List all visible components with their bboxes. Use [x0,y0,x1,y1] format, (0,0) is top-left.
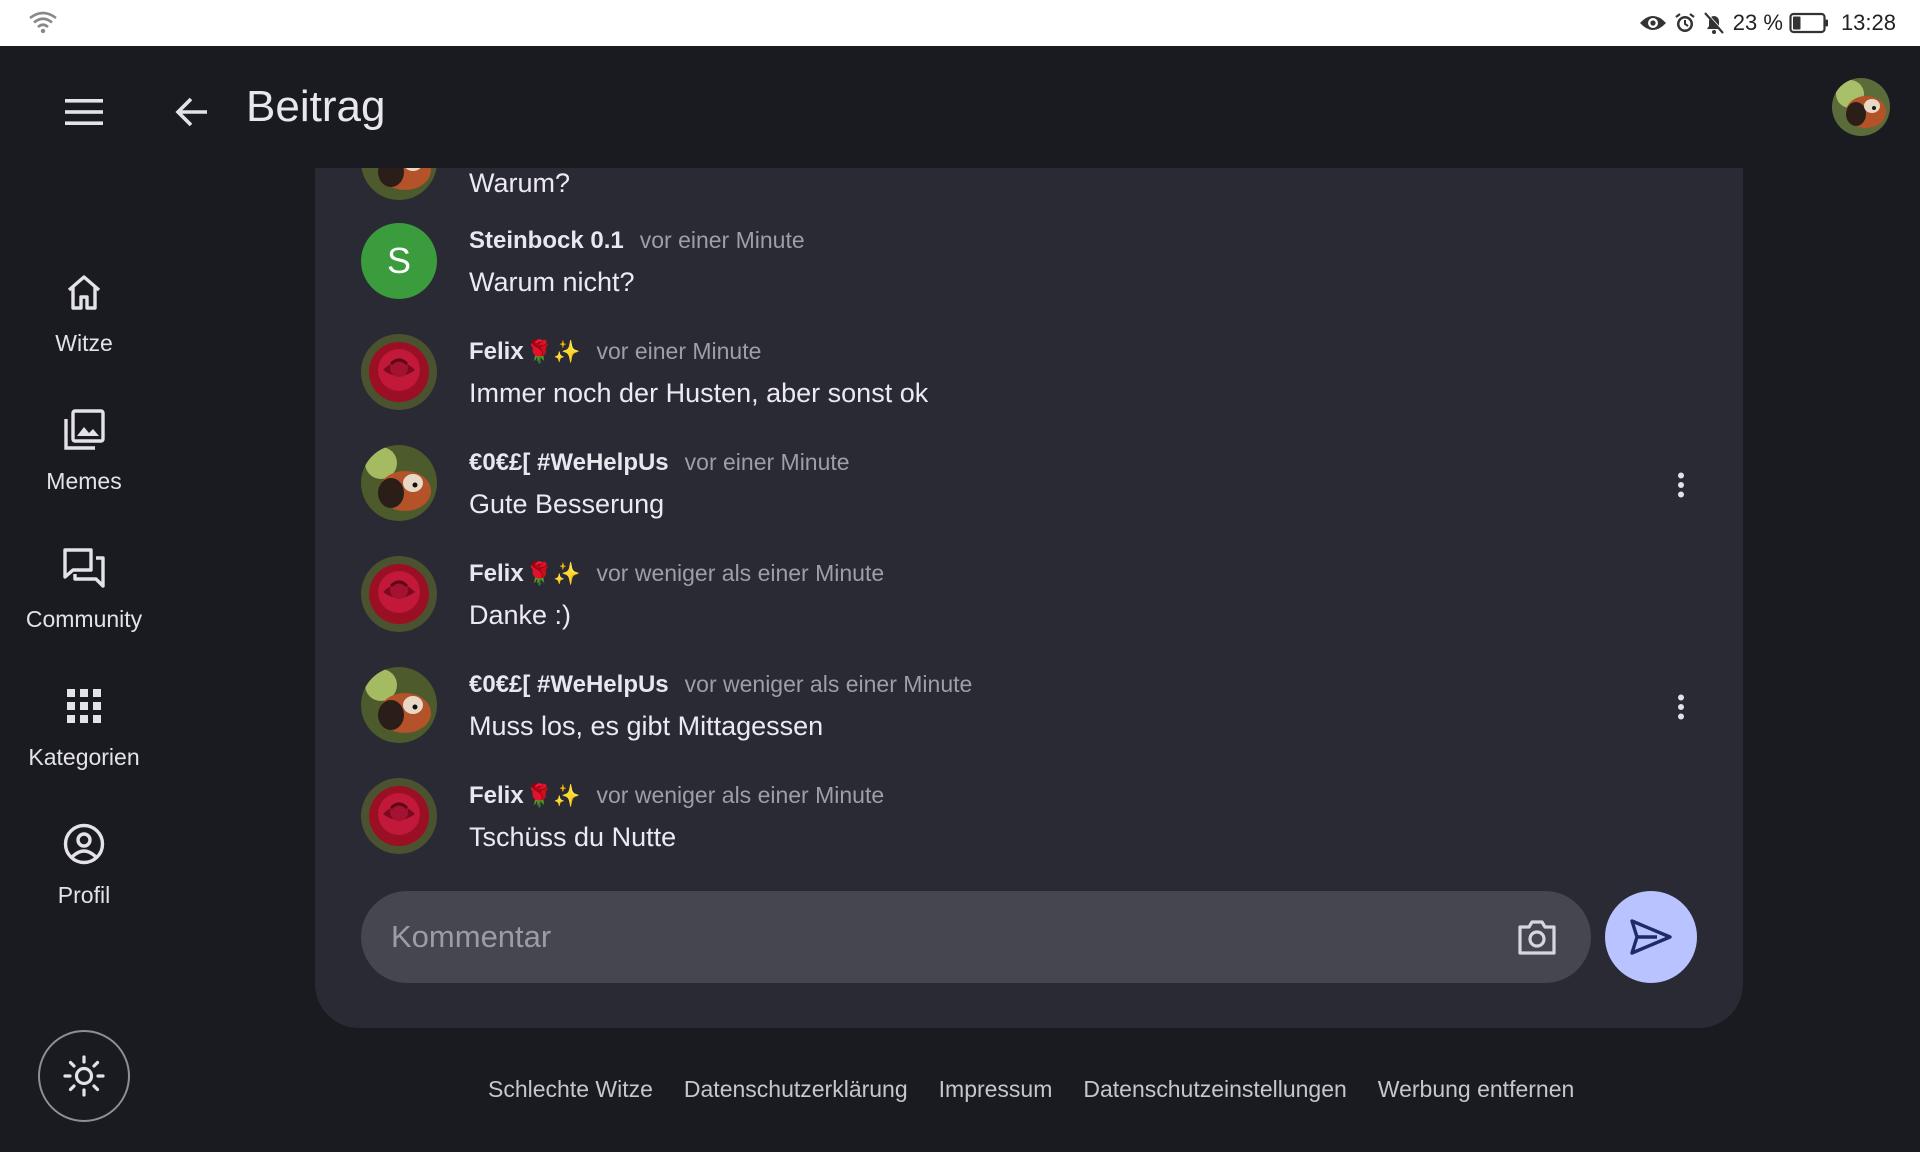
comment-text: Muss los, es gibt Mittagessen [469,711,824,741]
sun-icon [63,1055,105,1097]
menu-button[interactable] [56,84,112,140]
footer-link-impressum[interactable]: Impressum [939,1076,1053,1103]
nav-label: Memes [46,468,122,494]
comment-text: Immer noch der Husten, aber sonst ok [469,378,929,408]
nav-item-community[interactable]: Community [0,536,168,656]
send-button[interactable] [1605,891,1697,983]
comment-item: Felix 🌹✨ vor weniger als einer Minute Ts… [361,778,1701,878]
comment-avatar [361,667,437,743]
nav-item-witze[interactable]: Witze [0,260,168,380]
comment-time: vor weniger als einer Minute [684,671,973,697]
author-emoji: 🌹✨ [525,562,581,587]
comment-item: Felix 🌹✨ vor einer Minute Immer noch der… [361,334,1701,434]
more-options-button[interactable] [1661,687,1701,727]
user-avatar[interactable] [1832,78,1890,136]
comment-author[interactable]: Felix [469,782,524,810]
comment-card: Warum? S Steinbock 0.1 vor einer Minute … [315,168,1743,1028]
nav-label: Community [25,606,143,632]
comment-input[interactable] [391,891,1491,983]
back-button[interactable] [164,84,220,140]
nav-label: Kategorien [28,744,140,770]
comment-text: Gute Besserung [469,489,665,519]
comment-time: vor weniger als einer Minute [596,560,885,586]
status-time: 13:28 [1840,10,1896,35]
camera-button[interactable] [1513,913,1561,961]
comment-author[interactable]: Felix [469,560,524,588]
arrow-back-icon [175,97,207,127]
status-bar: 23 % 13:28 [0,0,1920,46]
images-icon [60,406,108,454]
page-title: Beitrag [246,82,386,131]
grid-icon [60,682,108,730]
comment-text: Warum? [469,168,571,198]
footer-link-werbung-entfernen[interactable]: Werbung entfernen [1378,1076,1575,1103]
footer-link-datenschutzerklaerung[interactable]: Datenschutzerklärung [684,1076,908,1103]
author-emoji: 🌹✨ [525,784,581,809]
comment-time: vor weniger als einer Minute [596,782,885,808]
more-vert-icon [1678,694,1684,720]
footer-links: Schlechte Witze Datenschutzerklärung Imp… [488,1076,1574,1103]
forum-icon [60,544,108,592]
author-emoji: 🌹✨ [525,340,581,365]
comment-text: Warum nicht? [469,267,635,297]
comment-time: vor einer Minute [596,338,762,364]
comment-author[interactable]: €0€£[ #WeHelpUs [469,449,669,477]
menu-icon [65,99,103,125]
comment-time: vor einer Minute [639,227,805,253]
comment-time: vor einer Minute [684,449,850,475]
theme-toggle-button[interactable] [38,1030,130,1122]
app-bar: Beitrag [0,46,1920,168]
eye-icon [1639,12,1667,34]
wifi-icon [28,10,58,39]
bell-muted-icon [1703,11,1725,35]
account-circle-icon [60,820,108,868]
comment-item: €0€£[ #WeHelpUs vor einer Minute Gute Be… [361,445,1701,545]
comment-author[interactable]: €0€£[ #WeHelpUs [469,671,669,699]
alarm-icon [1673,11,1697,35]
comment-compose [361,891,1591,983]
comment-avatar [361,778,437,854]
comment-avatar [361,168,437,200]
comment-item: Felix 🌹✨ vor weniger als einer Minute Da… [361,556,1701,656]
comment-avatar [361,334,437,410]
comment-item: €0€£[ #WeHelpUs vor weniger als einer Mi… [361,667,1701,767]
more-options-button[interactable] [1661,465,1701,505]
comment-author[interactable]: Felix [469,338,524,366]
nav-item-profil[interactable]: Profil [0,812,168,932]
nav-label: Profil [57,882,111,908]
nav-item-kategorien[interactable]: Kategorien [0,674,168,794]
comment-text: Tschüss du Nutte [469,822,677,852]
home-icon [60,268,108,316]
comment-item: Warum? [361,168,1701,224]
comment-author[interactable]: Steinbock 0.1 [469,227,624,255]
comment-avatar [361,556,437,632]
footer-link-schlechte-witze[interactable]: Schlechte Witze [488,1076,653,1103]
nav-item-memes[interactable]: Memes [0,398,168,518]
comment-item: S Steinbock 0.1 vor einer Minute Warum n… [361,223,1701,323]
battery-icon [1789,12,1829,34]
battery-percent: 23 % [1732,10,1783,35]
comment-text: Danke :) [469,600,572,630]
camera-icon [1518,920,1556,955]
more-vert-icon [1678,472,1684,498]
comment-avatar: S [361,223,437,299]
send-icon [1630,919,1672,955]
comment-avatar [361,445,437,521]
footer-link-datenschutzeinstellungen[interactable]: Datenschutzeinstellungen [1083,1076,1346,1103]
nav-label: Witze [55,330,113,356]
